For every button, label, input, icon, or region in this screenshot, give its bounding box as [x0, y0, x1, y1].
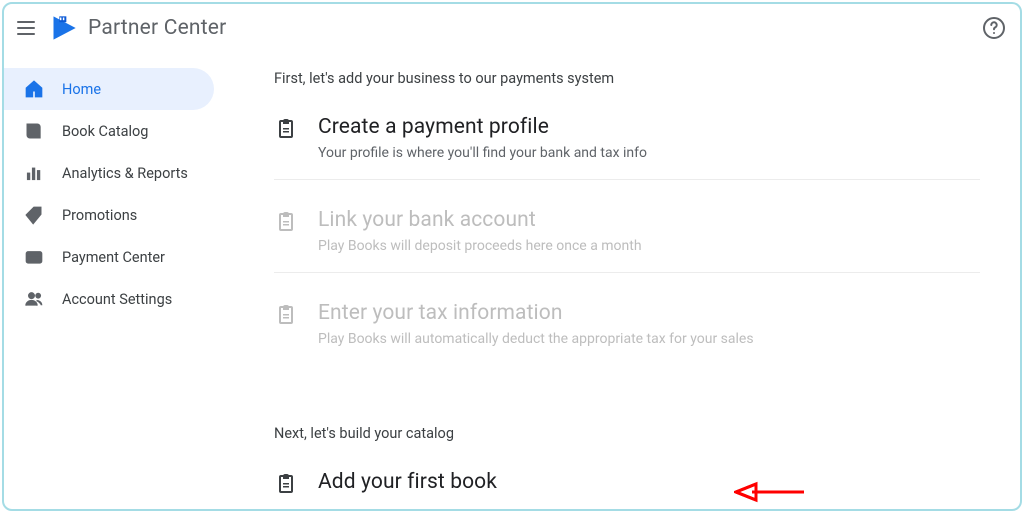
help-icon[interactable]: [982, 16, 1006, 40]
tag-icon: [24, 205, 44, 225]
home-icon: [24, 79, 44, 99]
sidebar-nav: Home Book Catalog: [4, 52, 234, 509]
sidebar-item-payment-center[interactable]: Payment Center: [4, 236, 214, 278]
sidebar-item-label: Account Settings: [62, 291, 172, 308]
step-title: Enter your tax information: [318, 301, 980, 325]
step-create-payment-profile[interactable]: Create a payment profile Your profile is…: [274, 105, 980, 180]
app-title: Partner Center: [88, 16, 226, 40]
people-icon: [24, 289, 44, 309]
step-title: Link your bank account: [318, 208, 980, 232]
clipboard-icon: [274, 303, 298, 327]
play-books-logo-icon: [50, 14, 78, 42]
section1-intro: First, let's add your business to our pa…: [274, 70, 980, 87]
section2-intro: Next, let's build your catalog: [274, 425, 980, 442]
step-enter-tax-info: Enter your tax information Play Books wi…: [274, 291, 980, 365]
sidebar-item-label: Home: [62, 81, 101, 98]
sidebar-item-label: Promotions: [62, 207, 137, 224]
step-title: Add your first book: [318, 470, 980, 494]
clipboard-icon: [274, 210, 298, 234]
sidebar-item-label: Payment Center: [62, 249, 165, 266]
step-add-first-book[interactable]: Add your first book: [274, 460, 980, 496]
step-desc: Play Books will automatically deduct the…: [318, 331, 980, 347]
sidebar-item-account-settings[interactable]: Account Settings: [4, 278, 214, 320]
sidebar-item-book-catalog[interactable]: Book Catalog: [4, 110, 214, 152]
sidebar-item-label: Analytics & Reports: [62, 165, 188, 182]
credit-card-icon: [24, 247, 44, 267]
main-content: First, let's add your business to our pa…: [234, 52, 1020, 509]
step-desc: Your profile is where you'll find your b…: [318, 145, 980, 161]
sidebar-item-analytics[interactable]: Analytics & Reports: [4, 152, 214, 194]
sidebar-item-promotions[interactable]: Promotions: [4, 194, 214, 236]
clipboard-icon: [274, 472, 298, 496]
top-bar: Partner Center: [4, 4, 1020, 52]
menu-icon[interactable]: [14, 16, 38, 40]
book-icon: [24, 121, 44, 141]
analytics-icon: [24, 163, 44, 183]
sidebar-item-home[interactable]: Home: [4, 68, 214, 110]
step-link-bank-account: Link your bank account Play Books will d…: [274, 198, 980, 273]
sidebar-item-label: Book Catalog: [62, 123, 148, 140]
step-desc: Play Books will deposit proceeds here on…: [318, 238, 980, 254]
step-title: Create a payment profile: [318, 115, 980, 139]
clipboard-icon: [274, 117, 298, 141]
